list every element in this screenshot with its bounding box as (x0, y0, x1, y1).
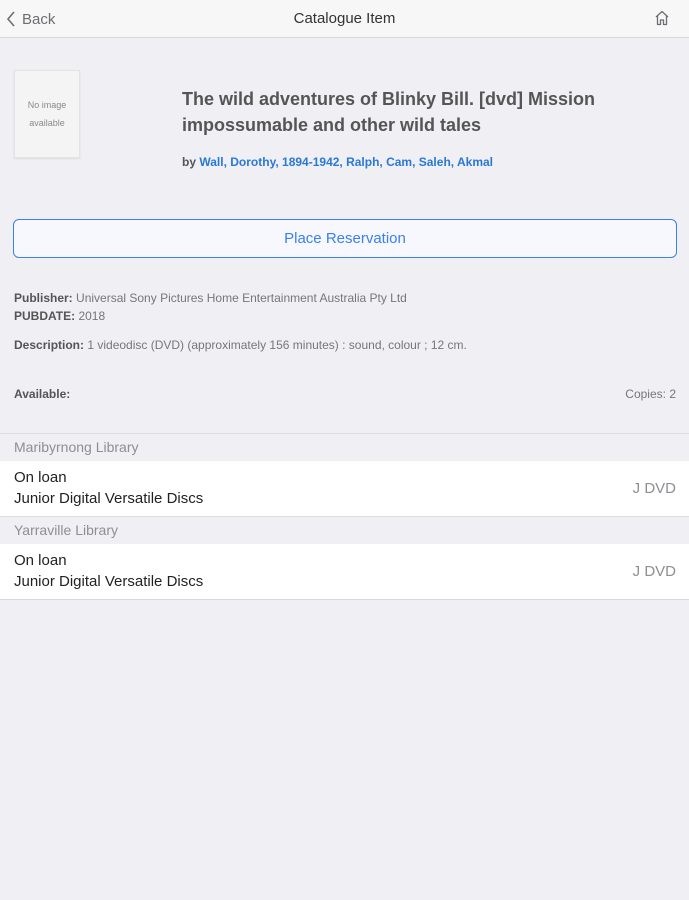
copies-count: Copies: 2 (625, 387, 676, 401)
item-title: The wild adventures of Blinky Bill. [dvd… (182, 89, 596, 135)
library-header: Maribyrnong Library (0, 433, 689, 461)
holding-call-number: J DVD (632, 563, 676, 580)
description-label: Description: (14, 338, 85, 352)
list-divider (0, 599, 689, 600)
holding-status: On loan (14, 552, 67, 569)
publisher-label: Publisher: (14, 291, 73, 305)
available-label: Available: (14, 387, 71, 401)
library-header: Yarraville Library (0, 516, 689, 544)
description-line: Description: 1 videodisc (DVD) (approxim… (14, 338, 467, 352)
cover-image-placeholder: No image available (14, 70, 80, 158)
holding-status: On loan (14, 469, 67, 486)
place-reservation-button[interactable]: Place Reservation (13, 219, 677, 258)
publisher-value: Universal Sony Pictures Home Entertainme… (76, 291, 407, 305)
holding-call-number: J DVD (632, 480, 676, 497)
authors-link[interactable]: Wall, Dorothy, 1894-1942, Ralph, Cam, Sa… (199, 155, 493, 169)
publisher-line: Publisher: Universal Sony Pictures Home … (14, 291, 407, 305)
navigation-bar: Back Catalogue Item (0, 0, 689, 38)
pubdate-value: 2018 (78, 309, 106, 323)
pubdate-line: PUBDATE: 2018 (14, 309, 105, 323)
holding-row[interactable]: On loan Junior Digital Versatile Discs J… (0, 544, 689, 599)
description-value: 1 videodisc (DVD) (approximately 156 min… (87, 338, 467, 352)
byline: by Wall, Dorothy, 1894-1942, Ralph, Cam,… (182, 155, 493, 169)
pubdate-label: PUBDATE: (14, 309, 76, 323)
holding-collection: Junior Digital Versatile Discs (14, 490, 204, 507)
holding-collection: Junior Digital Versatile Discs (14, 573, 204, 590)
page-title: Catalogue Item (293, 10, 396, 27)
by-prefix: by (182, 155, 197, 169)
home-icon[interactable] (653, 9, 671, 27)
holding-row[interactable]: On loan Junior Digital Versatile Discs J… (0, 461, 689, 516)
